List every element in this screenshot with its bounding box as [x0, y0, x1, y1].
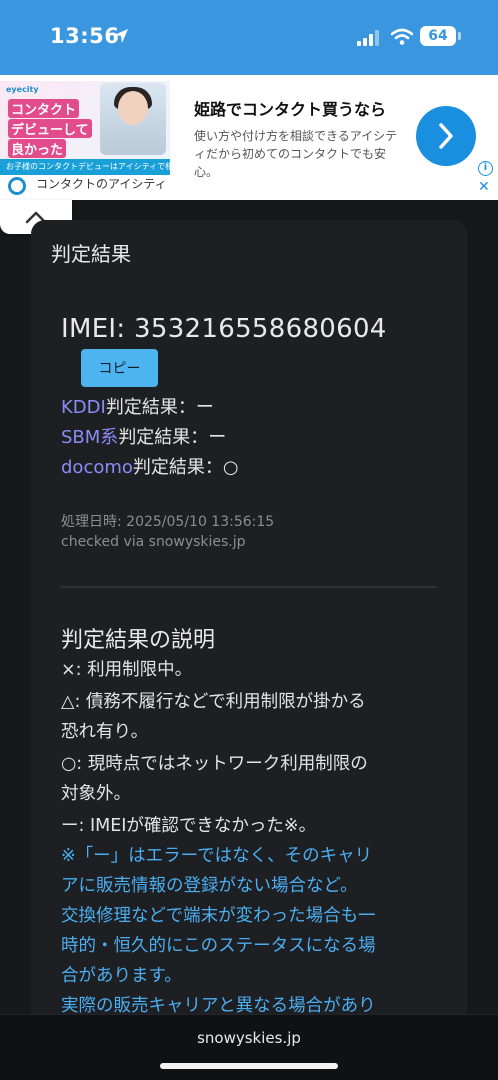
chevron-right-icon: [439, 123, 453, 149]
ad-brand-name[interactable]: コンタクトのアイシティ: [36, 175, 167, 192]
ad-banner[interactable]: eyecity コンタクト デビューして 良かった お子様のコンタクトデビューは…: [0, 75, 498, 200]
carrier-link-docomo[interactable]: docomo: [61, 457, 133, 478]
note-line: アに販売情報の登録がない場合など。: [61, 876, 358, 896]
carrier-link-kddi[interactable]: KDDI: [61, 397, 106, 418]
signal-icon: [357, 30, 381, 50]
divider: [61, 586, 437, 588]
status-time: 13:56: [50, 24, 120, 48]
ad-image-line: コンタクト: [8, 99, 80, 118]
note-line: 時的・恒久的にこのステータスになる場: [61, 936, 376, 956]
ad-image-line: 良かった: [8, 139, 67, 158]
note-line: ※「ー」はエラーではなく、そのキャリ: [61, 846, 373, 866]
result-text: 判定結果：ー: [118, 427, 227, 448]
ad-info-icon[interactable]: i: [478, 161, 493, 176]
browser-address-bar[interactable]: [0, 1014, 498, 1080]
ad-description[interactable]: 使い方や付け方を相談できるアイシティだから初めてのコンタクトでも安心。: [194, 127, 400, 181]
ad-image-brand: eyecity: [6, 85, 39, 94]
checked-via: checked via snowyskies.jp: [61, 534, 246, 550]
ad-title[interactable]: 姫路でコンタクト買うなら: [194, 96, 386, 120]
ad-photo-face: [118, 91, 148, 125]
wifi-icon: [390, 28, 414, 50]
address-domain[interactable]: snowyskies.jp: [0, 1029, 498, 1047]
ad-close-icon[interactable]: ✕: [478, 179, 490, 195]
ad-image[interactable]: eyecity コンタクト デビューして 良かった お子様のコンタクトデビューは…: [0, 81, 170, 175]
battery-tip: [458, 32, 461, 40]
result-text: 判定結果：ー: [105, 397, 214, 418]
note-line: 交換修理などで端末が変わった場合も一: [61, 906, 376, 926]
ad-brand-logo-icon: [8, 177, 26, 195]
ad-image-caption: お子様のコンタクトデビューはアイシティで相談: [0, 159, 170, 175]
explanation-line: ○: 現時点ではネットワーク利用制限の: [61, 754, 368, 774]
ad-image-line: デビューして: [8, 119, 92, 138]
status-bar: 13:56 64: [0, 0, 498, 75]
explanation-line: ー: IMEIが確認できなかった※。: [61, 816, 317, 836]
home-indicator[interactable]: [160, 1063, 338, 1069]
explanation-title: 判定結果の説明: [61, 628, 216, 653]
explanation-line: △: 債務不履行などで利用制限が掛かる: [61, 692, 366, 712]
processed-timestamp: 処理日時: 2025/05/10 13:56:15: [61, 514, 275, 530]
location-arrow-icon: [112, 27, 130, 49]
carrier-link-sbm[interactable]: SBM系: [61, 427, 118, 448]
result-kddi: KDDI判定結果：ー: [61, 393, 214, 419]
explanation-line: 恐れ有り。: [61, 722, 149, 742]
imei-number: IMEI: 353216558680604: [61, 314, 387, 344]
ad-open-button[interactable]: [416, 106, 476, 166]
explanation-line: 対象外。: [61, 784, 131, 804]
battery-icon: 64: [420, 26, 456, 46]
result-sbm: SBM系判定結果：ー: [61, 423, 226, 449]
result-text: 判定結果：○: [132, 457, 239, 478]
page-title: 判定結果: [51, 242, 131, 266]
copy-button[interactable]: コピー: [81, 349, 158, 387]
result-docomo: docomo判定結果：○: [61, 453, 239, 479]
explanation-line: ×: 利用制限中。: [61, 660, 193, 680]
note-line: 合があります。: [61, 966, 182, 986]
